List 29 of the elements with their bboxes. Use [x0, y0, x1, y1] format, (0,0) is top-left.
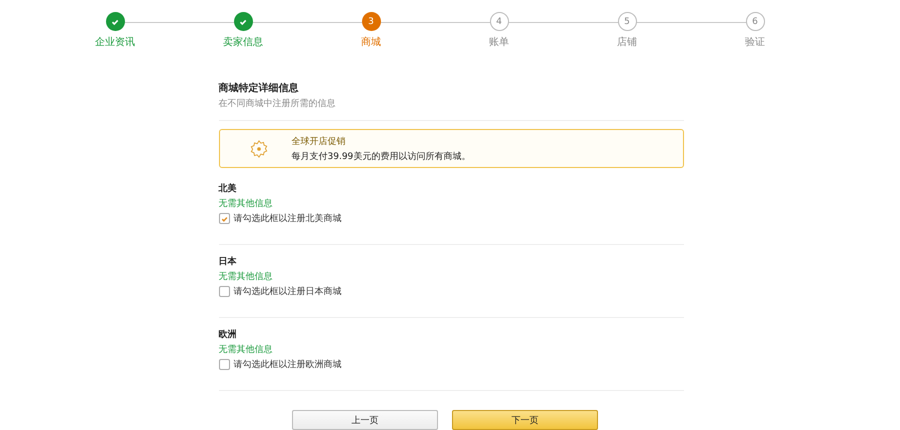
step-label: 企业资讯 — [95, 36, 135, 49]
step-label: 卖家信息 — [223, 36, 263, 49]
region-name: 欧洲 — [218, 328, 238, 341]
next-button[interactable]: 下一页 — [452, 410, 598, 430]
step-indicator: 3 — [362, 12, 380, 31]
checkbox-label: 请勾选此框以注册日本商城 — [234, 286, 342, 298]
step-label: 店铺 — [617, 36, 637, 49]
checkbox[interactable] — [218, 213, 230, 224]
step-indicator: 6 — [746, 12, 764, 31]
checkbox[interactable] — [218, 286, 230, 297]
step-label: 账单 — [489, 36, 509, 49]
section-subtitle: 在不同商城中注册所需的信息 — [218, 98, 336, 110]
checkbox[interactable] — [218, 359, 230, 370]
region-note: 无需其他信息 — [218, 270, 274, 283]
region-name: 北美 — [218, 182, 238, 195]
region-note: 无需其他信息 — [218, 198, 274, 210]
checkbox-label: 请勾选此框以注册北美商城 — [234, 212, 342, 225]
badge-icon — [250, 140, 268, 158]
region-name: 日本 — [218, 255, 238, 268]
step-label: 商城 — [361, 36, 381, 49]
checkbox-label: 请勾选此框以注册欧洲商城 — [234, 358, 342, 371]
step-indicator: 5 — [618, 12, 636, 31]
previous-button[interactable]: 上一页 — [292, 410, 438, 430]
step-indicator: 4 — [490, 12, 508, 31]
region-note: 无需其他信息 — [218, 344, 274, 356]
promo-text: 每月支付39.99美元的费用以访问所有商城。 — [292, 150, 470, 162]
section-title: 商城特定详细信息 — [218, 81, 300, 95]
promo-title: 全球开店促销 — [292, 136, 346, 148]
step-label: 验证 — [745, 36, 765, 49]
